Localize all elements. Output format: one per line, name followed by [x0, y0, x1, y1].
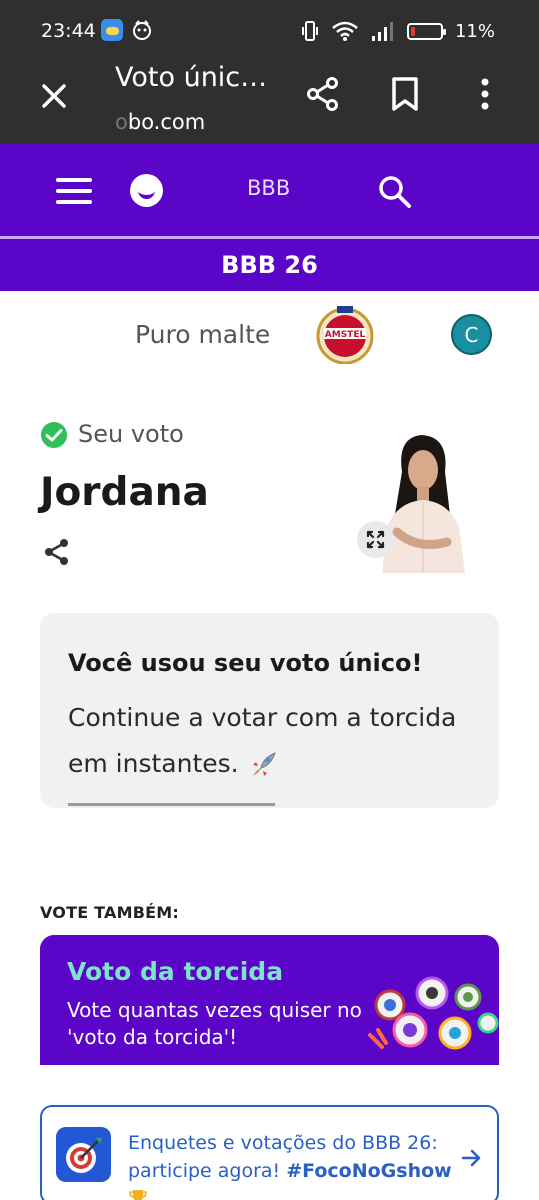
clock: 23:44 [41, 20, 96, 42]
weather-icon [101, 19, 123, 41]
share-icon[interactable] [305, 76, 341, 112]
bookmark-icon[interactable] [388, 76, 422, 112]
target-icon [56, 1127, 111, 1182]
candidate-name: Jordana [40, 470, 209, 515]
signal-icon [371, 22, 393, 41]
battery-percent: 11% [454, 20, 495, 42]
gshow-logo-icon[interactable] [130, 174, 163, 207]
close-icon[interactable] [38, 80, 70, 112]
amstel-logo[interactable]: AMSTEL [313, 304, 377, 364]
torcida-description: Vote quantas vezes quiser no 'voto da to… [67, 998, 362, 1049]
avatar[interactable]: C [451, 314, 492, 355]
menu-icon[interactable] [56, 178, 92, 204]
trophy-icon [129, 1190, 147, 1200]
rocket-icon [252, 752, 276, 776]
vote-status-label: Seu voto [78, 420, 184, 448]
url-faded-prefix: o [115, 110, 128, 134]
status-bar: 23:44 11% [0, 0, 539, 62]
promo-card[interactable]: Enquetes e votações do BBB 26: participe… [40, 1105, 499, 1200]
section-label: VOTE TAMBÉM: [40, 903, 179, 922]
torcida-title: Voto da torcida [67, 957, 284, 986]
battery-icon [406, 22, 446, 40]
share-vote-icon[interactable] [42, 537, 72, 567]
wifi-icon [332, 21, 358, 41]
sponsor-text: Puro malte [135, 320, 271, 349]
vibrate-icon [301, 21, 318, 41]
browser-toolbar: Voto únic… obo.com [0, 62, 539, 144]
url-text: bo.com [127, 110, 206, 134]
svg-text:AMSTEL: AMSTEL [325, 330, 366, 340]
info-card-heading: Você usou seu voto único! [68, 649, 423, 677]
voto-torcida-card[interactable]: Voto da torcida Vote quantas vezes quise… [40, 935, 499, 1065]
promo-text: Enquetes e votações do BBB 26: participe… [128, 1129, 458, 1200]
page-url[interactable]: obo.com [115, 110, 205, 134]
search-icon[interactable] [377, 174, 413, 210]
check-circle-icon [41, 422, 67, 448]
page-title: Voto únic… [115, 62, 268, 93]
more-options-icon[interactable] [470, 76, 500, 112]
site-header: BBB C [0, 144, 539, 355]
eye-characters-illustration [368, 976, 499, 1050]
progress-bar [68, 803, 275, 806]
arrow-right-icon[interactable] [460, 1147, 482, 1169]
site-brand[interactable]: BBB [247, 176, 290, 200]
expand-icon[interactable] [357, 521, 394, 558]
info-card-text: Continue a votar com a torcida em instan… [68, 695, 478, 787]
vote-info-card: Você usou seu voto único! Continue a vot… [40, 613, 499, 808]
subnav-title[interactable]: BBB 26 [0, 239, 539, 291]
app-notification-icon [133, 20, 151, 40]
promo-hashtag[interactable]: #FocoNoGshow [286, 1160, 452, 1182]
